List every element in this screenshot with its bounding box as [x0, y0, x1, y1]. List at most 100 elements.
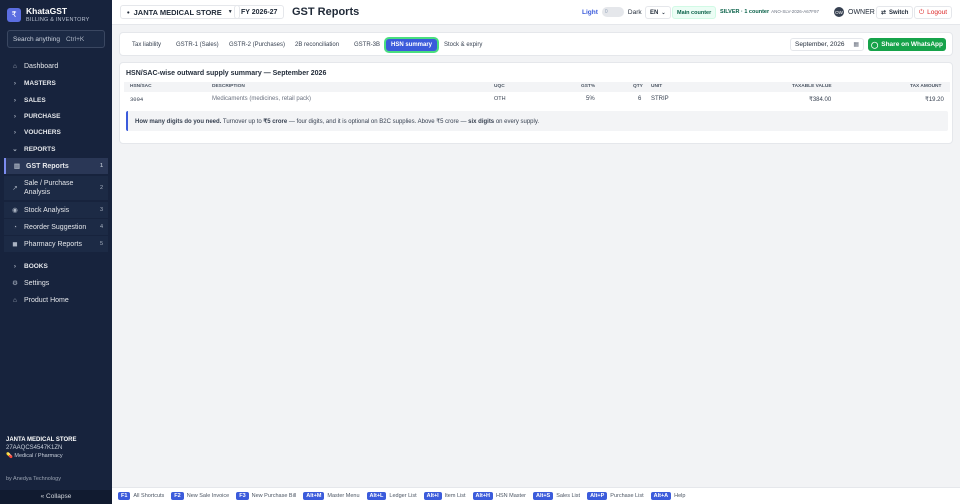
- shortcut-alt-a[interactable]: Alt+A Help: [650, 492, 686, 500]
- swap-icon: ⇄: [881, 10, 887, 16]
- counter-badge[interactable]: Main counter: [672, 6, 717, 19]
- tab-2b-reconciliation[interactable]: 2B reconciliation: [290, 39, 344, 51]
- notice-text: How many digits do you need. Turnover up…: [135, 118, 539, 125]
- brand[interactable]: ₹ KhataGST BILLING & INVENTORY: [7, 6, 90, 23]
- collapse-button[interactable]: « Collapse: [0, 490, 112, 504]
- shortcut-alt-s[interactable]: Alt+S Sales List: [532, 492, 580, 500]
- notice-emphasis: six digits: [468, 118, 495, 125]
- tab-gstr2-purchases[interactable]: GSTR-2 (Purchases): [224, 39, 290, 51]
- app-subtitle: BILLING & INVENTORY: [26, 17, 90, 23]
- sidebar-item-reports[interactable]: ⌄ REPORTS: [4, 143, 108, 155]
- sidebar-item-label: REPORTS: [24, 145, 56, 153]
- column-header: TAXABLE VALUE: [792, 84, 832, 89]
- shortcut-bar: F1 All Shortcuts F2 New Sale Invoice F3 New…: [112, 487, 960, 504]
- notice-segment: on every supply.: [494, 118, 540, 125]
- clock-icon: ◔: [13, 223, 17, 231]
- sidebar-item-stock-analysis[interactable]: ◉ Stock Analysis 3: [4, 202, 108, 218]
- gear-icon: ⚙: [12, 280, 18, 287]
- shortcut-label: Master Menu: [327, 493, 360, 499]
- tab-tax-liability[interactable]: Tax liability: [127, 39, 166, 51]
- shortcut-label: Help: [674, 493, 686, 499]
- sidebar-item-gst-reports[interactable]: ▥ GST Reports 1: [4, 158, 108, 174]
- shortcut-f2[interactable]: F2 New Sale Invoice: [171, 492, 229, 500]
- home-icon: ⌂: [13, 62, 17, 70]
- uqc: OTH: [494, 96, 506, 102]
- notice-segment: — four digits, and it is optional on B2C…: [287, 118, 469, 125]
- chevron-right-icon: ›: [13, 96, 17, 104]
- sidebar-item-vouchers[interactable]: › VOUCHERS: [4, 126, 108, 138]
- chevron-right-icon: ›: [13, 262, 17, 270]
- sidebar-item-dashboard[interactable]: ⌂ Dashboard: [4, 60, 108, 72]
- share-whatsapp-button[interactable]: ◯ Share on WhatsApp: [868, 38, 946, 51]
- hsn-digits-notice: How many digits do you need. Turnover up…: [126, 111, 948, 131]
- sidebar-item-label: VOUCHERS: [24, 128, 61, 136]
- shortcut-alt-l[interactable]: Alt+L Ledger List: [366, 492, 417, 500]
- sidebar-item-label: Product Home: [24, 296, 69, 304]
- toggle-switch[interactable]: 0: [601, 7, 624, 17]
- sidebar-item-purchase[interactable]: › PURCHASE: [4, 110, 108, 122]
- shortcut-key: F1: [118, 492, 131, 500]
- tab-gstr1-sales[interactable]: GSTR-1 (Sales): [171, 39, 224, 51]
- sidebar-item-label: PURCHASE: [24, 112, 61, 120]
- shortcut-key: Alt+A: [650, 492, 672, 500]
- month-value: September, 2026: [795, 41, 845, 48]
- shortcut-key: Alt+S: [532, 492, 554, 500]
- chevron-down-icon: ⌄: [661, 9, 666, 16]
- avatar[interactable]: OW: [834, 7, 844, 17]
- shortcut-key: Alt+P: [587, 492, 608, 500]
- sidebar-item-pharmacy-reports[interactable]: ◼ Pharmacy Reports 5: [4, 236, 108, 252]
- column-header: TAX AMOUNT: [910, 84, 942, 89]
- sidebar-item-label: GST Reports: [26, 162, 69, 170]
- notice-emphasis: ₹5 crore: [263, 118, 288, 125]
- shortcut-number: 1: [99, 163, 103, 169]
- fy-selector[interactable]: FY 2026-27: [234, 5, 285, 19]
- shortcut-number: 2: [99, 185, 103, 191]
- tab-gstr3b[interactable]: GSTR-3B: [349, 39, 385, 51]
- home-icon: ⌂: [13, 296, 17, 304]
- sidebar-item-sale-purchase-analysis[interactable]: ↗ Sale / Purchase Analysis 2: [4, 176, 108, 200]
- sidebar-item-label: BOOKS: [24, 262, 48, 270]
- shortcut-label: Purchase List: [610, 493, 644, 499]
- sidebar-item-sales[interactable]: › SALES: [4, 94, 108, 106]
- shortcut-key: Alt+I: [423, 492, 442, 500]
- tab-stock-expiry[interactable]: Stock & expiry: [439, 39, 487, 51]
- shortcut-alt-i[interactable]: Alt+I Item List: [423, 492, 466, 500]
- shortcut-alt-m[interactable]: Alt+M Master Menu: [303, 492, 360, 500]
- search-placeholder: Search anything: [13, 35, 60, 43]
- language-selector[interactable]: EN ⌄: [645, 6, 671, 19]
- shortcut-f1[interactable]: F1 All Shortcuts: [118, 492, 164, 500]
- taxable-value: ₹384.00: [809, 97, 832, 103]
- shortcut-number: 3: [99, 207, 103, 213]
- switch-button[interactable]: ⇄ Switch: [876, 6, 914, 19]
- store-type-label: Medical / Pharmacy: [14, 453, 63, 459]
- page-title: GST Reports: [292, 6, 360, 18]
- tab-hsn-summary[interactable]: HSN summary: [386, 39, 438, 51]
- hsn-description: Medicaments (medicines, retail pack): [212, 96, 312, 102]
- shortcut-label: Ledger List: [389, 493, 417, 499]
- shortcut-label: All Shortcuts: [133, 493, 165, 499]
- logout-button[interactable]: ⏻ Logout: [914, 6, 953, 19]
- shortcut-alt-p[interactable]: Alt+P Purchase List: [587, 492, 644, 500]
- logout-label: Logout: [927, 9, 948, 16]
- chevron-right-icon: ›: [13, 79, 17, 87]
- sidebar-item-reorder-suggestion[interactable]: ◔ Reorder Suggestion 4: [4, 219, 108, 235]
- sidebar-item-product-home[interactable]: ⌂ Product Home: [4, 294, 108, 306]
- sidebar-item-masters[interactable]: › MASTERS: [4, 77, 108, 89]
- sidebar-item-settings[interactable]: ⚙ Settings: [4, 277, 108, 289]
- shortcut-f3[interactable]: F3 New Purchase Bill: [236, 492, 296, 500]
- dark-label: Dark: [627, 8, 642, 16]
- search-input[interactable]: Search anything Ctrl+K: [7, 30, 105, 48]
- store-selector-label: JANTA MEDICAL STORE: [133, 7, 222, 17]
- sidebar-item-label: Dashboard: [24, 62, 59, 70]
- month-picker[interactable]: September, 2026 ▦: [790, 38, 864, 51]
- store-info: JANTA MEDICAL STORE 27AAQCS4547K1ZN 💊 Me…: [6, 437, 106, 459]
- sidebar: ₹ KhataGST BILLING & INVENTORY Search an…: [0, 0, 112, 504]
- shortcut-key: F3: [236, 492, 249, 500]
- shortcut-alt-h[interactable]: Alt+H HSN Master: [472, 492, 526, 500]
- store-selector[interactable]: • JANTA MEDICAL STORE ▼: [120, 5, 240, 19]
- theme-toggle[interactable]: Light 0 Dark: [582, 7, 642, 17]
- dot-icon: •: [127, 7, 130, 17]
- share-label: Share on WhatsApp: [881, 41, 944, 48]
- sidebar-item-books[interactable]: › BOOKS: [4, 260, 108, 272]
- plan-badge: SILVER · 1 counter ANO-SLV-2026-A67F97: [720, 9, 819, 15]
